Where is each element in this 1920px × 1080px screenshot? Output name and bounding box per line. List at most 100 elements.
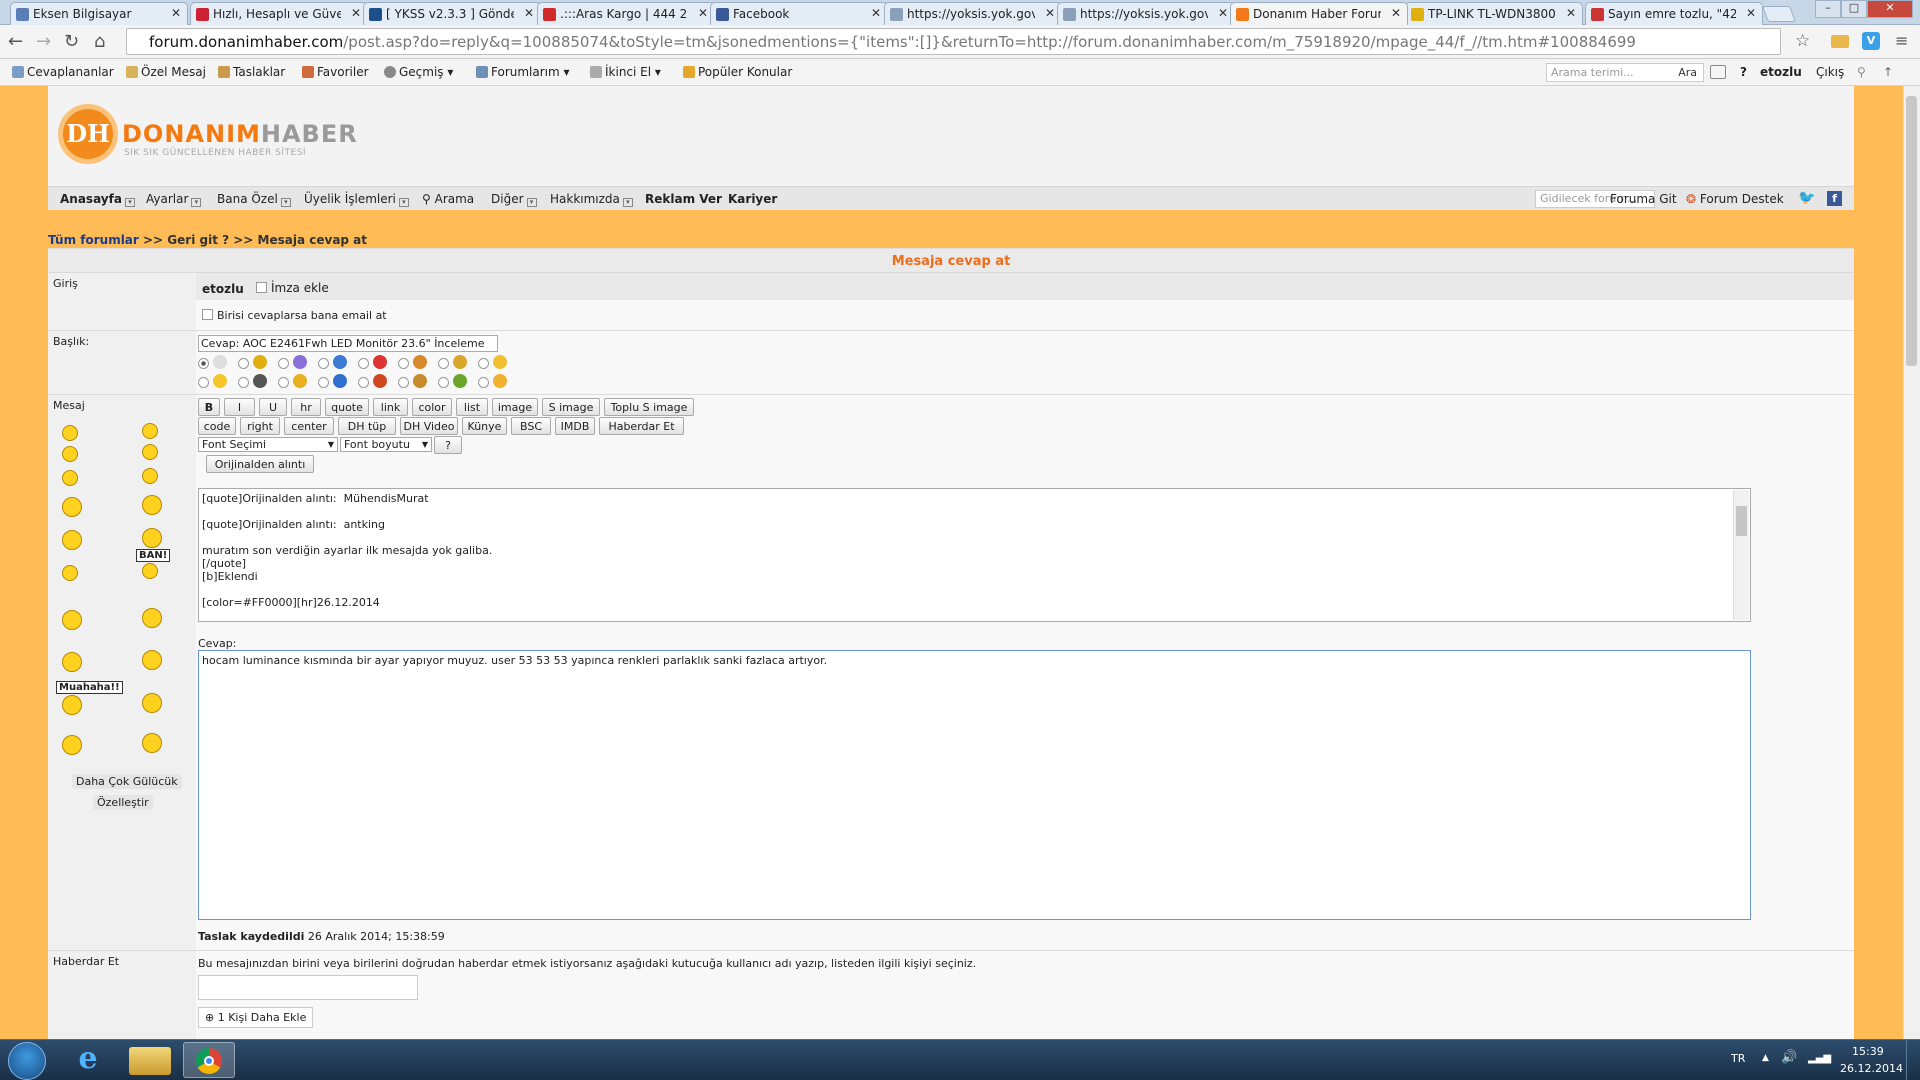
editor-color-button[interactable]: color <box>412 398 452 416</box>
subject-input[interactable]: Cevap: AOC E2461Fwh LED Monitör 23.6" İn… <box>198 335 498 352</box>
twitter-icon[interactable]: 🐦 <box>1798 190 1815 206</box>
tab-close-icon[interactable]: ✕ <box>1045 6 1055 20</box>
tab-close-icon[interactable]: ✕ <box>1218 6 1228 20</box>
editor-i-button[interactable]: I <box>224 398 255 416</box>
nav-anasayfa[interactable]: Anasayfa ▾ <box>60 192 135 207</box>
logout-link[interactable]: Çıkış <box>1816 65 1844 79</box>
blue-smile-smiley-icon[interactable] <box>62 565 78 581</box>
toolbar-search-input[interactable]: Arama terimi... Ara <box>1546 63 1704 82</box>
editor-imdb-button[interactable]: IMDB <box>555 417 595 435</box>
help-button[interactable]: ? <box>1740 65 1747 79</box>
post-icon-option[interactable] <box>358 374 387 391</box>
post-icon-radio[interactable] <box>478 358 489 369</box>
grin-smiley-icon[interactable] <box>62 446 78 462</box>
nav-ayarlar[interactable]: Ayarlar ▾ <box>146 192 202 207</box>
post-icon-radio[interactable] <box>198 358 209 369</box>
new-tab-button[interactable] <box>1762 6 1796 22</box>
start-button[interactable] <box>8 1042 46 1080</box>
bookmark-populer-konular[interactable]: Popüler Konular <box>683 65 792 79</box>
bookmark-taslaklar[interactable]: Taslaklar <box>218 65 285 79</box>
pin-icon[interactable]: ⚲ <box>1857 65 1866 79</box>
editor-help-button[interactable]: ? <box>434 436 462 454</box>
original-quote-button[interactable]: Orijinalden alıntı <box>206 455 314 473</box>
post-icon-option[interactable] <box>438 355 467 372</box>
devil-smiley-icon[interactable] <box>62 610 82 630</box>
home-icon[interactable]: ⌂ <box>94 31 105 52</box>
site-logo-text[interactable]: DONANIMHABER <box>122 120 358 148</box>
bookmark-ikinci-el[interactable]: İkinci El ▾ <box>590 65 661 79</box>
yawn-smiley-icon[interactable] <box>142 693 162 713</box>
more-smileys-button[interactable]: Daha Çok Gülücük <box>72 774 182 789</box>
font-family-select[interactable]: Font Seçimi ▼ <box>198 437 338 452</box>
smile-smiley-icon[interactable] <box>62 425 78 441</box>
tray-expand-icon[interactable]: ▲ <box>1762 1053 1769 1063</box>
tab-close-icon[interactable]: ✕ <box>698 6 708 20</box>
post-icon-option[interactable] <box>198 355 227 372</box>
editor-image-button[interactable]: image <box>492 398 538 416</box>
toolbar-search-button[interactable]: Ara <box>1678 66 1697 79</box>
post-icon-option[interactable] <box>318 355 347 372</box>
sombrero-smiley-icon[interactable] <box>62 652 82 672</box>
post-icon-radio[interactable] <box>238 358 249 369</box>
editor-bsc-button[interactable]: BSC <box>511 417 551 435</box>
internet-explorer-icon[interactable]: e <box>62 1042 114 1078</box>
email-notify-checkbox[interactable] <box>202 309 213 320</box>
notify-user-input[interactable] <box>198 975 418 1000</box>
post-icon-radio[interactable] <box>358 358 369 369</box>
editor-s-image-button[interactable]: S image <box>542 398 600 416</box>
font-size-select[interactable]: Font boyutu ▼ <box>340 437 432 452</box>
post-icon-radio[interactable] <box>438 358 449 369</box>
page-scroll-thumb[interactable] <box>1906 96 1917 366</box>
screen-icon[interactable] <box>1710 65 1726 79</box>
muahaha-sign-smiley-icon[interactable] <box>62 695 82 715</box>
post-icon-radio[interactable] <box>238 377 249 388</box>
address-bar[interactable]: forum.donanimhaber.com/post.asp?do=reply… <box>126 28 1781 55</box>
volume-icon[interactable]: 🔊 <box>1781 1050 1797 1065</box>
post-icon-option[interactable] <box>478 355 507 372</box>
add-person-button[interactable]: ⊕ 1 Kişi Daha Ekle <box>198 1007 314 1028</box>
quote-scrollbar[interactable] <box>1733 490 1749 620</box>
editor-dh-t-p-button[interactable]: DH tüp <box>338 417 396 435</box>
bookmark-favoriler[interactable]: Favoriler <box>302 65 369 79</box>
signature-option[interactable]: İmza ekle <box>256 281 329 295</box>
post-icon-option[interactable] <box>278 374 307 391</box>
forward-icon[interactable]: → <box>36 31 51 52</box>
post-icon-radio[interactable] <box>358 377 369 388</box>
post-icon-radio[interactable] <box>398 377 409 388</box>
kiss-smiley-icon[interactable] <box>142 444 158 460</box>
up-arrow-icon[interactable]: ↑ <box>1883 65 1893 79</box>
clock-time[interactable]: 15:39 <box>1852 1045 1884 1058</box>
browser-tab[interactable]: .:::Aras Kargo | 444 25 5 ✕ <box>537 2 715 25</box>
signature-checkbox[interactable] <box>256 282 267 293</box>
editor-link-button[interactable]: link <box>373 398 408 416</box>
hammer-smiley-icon[interactable] <box>142 733 162 753</box>
tab-close-icon[interactable]: ✕ <box>351 6 361 20</box>
megaphone-smiley-icon[interactable] <box>142 528 162 548</box>
post-icon-radio[interactable] <box>318 377 329 388</box>
breadcrumb-all-forums[interactable]: Tüm forumlar <box>48 233 139 247</box>
post-icon-radio[interactable] <box>278 358 289 369</box>
tab-close-icon[interactable]: ✕ <box>1391 6 1401 20</box>
post-icon-radio[interactable] <box>438 377 449 388</box>
angry-smiley-icon[interactable] <box>142 608 162 628</box>
quote-scroll-thumb[interactable] <box>1736 506 1747 536</box>
close-window-button[interactable]: ✕ <box>1867 0 1913 18</box>
post-icon-option[interactable] <box>478 374 507 391</box>
post-icon-radio[interactable] <box>398 358 409 369</box>
post-icon-radio[interactable] <box>478 377 489 388</box>
editor-k-nye-button[interactable]: Künye <box>462 417 507 435</box>
nav-diger[interactable]: Diğer ▾ <box>491 192 537 207</box>
editor-quote-button[interactable]: quote <box>325 398 369 416</box>
nav-kariyer[interactable]: Kariyer <box>728 192 777 206</box>
cool-smiley-icon[interactable] <box>142 423 158 439</box>
forum-support-link[interactable]: ❂ Forum Destek <box>1686 192 1784 206</box>
reload-icon[interactable]: ↻ <box>64 31 79 52</box>
nav-hakkimizda[interactable]: Hakkımızda ▾ <box>550 192 633 207</box>
post-icon-option[interactable] <box>278 355 307 372</box>
menu-icon[interactable]: ≡ <box>1895 31 1908 50</box>
browser-tab[interactable]: Facebook ✕ <box>710 2 888 25</box>
back-icon[interactable]: ← <box>8 31 23 52</box>
browser-tab[interactable]: TP-LINK TL-WDN3800 ✕ <box>1405 2 1583 25</box>
browser-tab[interactable]: Sayın emre tozlu, "4278 ✕ <box>1585 2 1763 25</box>
ban-sign-smiley-icon[interactable] <box>142 563 158 579</box>
